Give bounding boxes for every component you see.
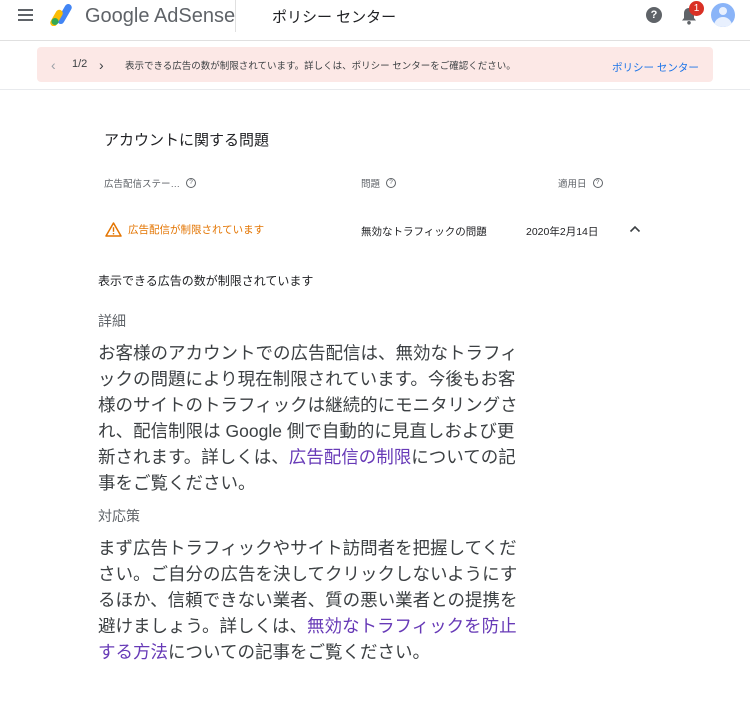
adsense-logo xyxy=(50,4,72,26)
column-header-date: 適用日 ? xyxy=(558,176,603,190)
divider xyxy=(0,89,750,90)
status-cell: 広告配信が制限されています xyxy=(105,222,264,237)
help-circle-icon[interactable]: ? xyxy=(386,178,397,188)
banner-pager: 1/2 xyxy=(72,58,88,70)
top-app-bar: Google AdSense ポリシー センター ? 1 xyxy=(0,0,750,41)
chevron-up-icon[interactable] xyxy=(629,224,641,234)
chevron-left-icon[interactable]: ‹ xyxy=(51,57,56,73)
issue-cell: 無効なトラフィックの問題 xyxy=(361,226,487,238)
action-text: まず広告トラフィックやサイト訪問者を把握してください。ご自分の広告を決してクリッ… xyxy=(98,538,518,662)
help-circle-icon[interactable]: ? xyxy=(592,178,603,188)
page-title: ポリシー センター xyxy=(272,9,397,26)
policy-center-link[interactable]: ポリシー センター xyxy=(612,60,699,75)
status-label: 広告配信が制限されています xyxy=(128,224,265,236)
menu-icon[interactable] xyxy=(18,9,33,21)
alert-banner: ‹ 1/2 › 表示できる広告の数が制限されています。詳しくは、ポリシー センタ… xyxy=(37,47,713,82)
help-circle-icon[interactable]: ? xyxy=(186,178,197,188)
date-cell: 2020年2月14日 xyxy=(526,226,599,238)
help-icon[interactable]: ? xyxy=(646,7,662,23)
details-text: お客様のアカウントでの広告配信は、無効なトラフィックの問題により現在制限されてい… xyxy=(98,343,518,493)
action-title: 対応策 xyxy=(98,508,140,524)
warning-icon xyxy=(105,222,122,237)
header-divider xyxy=(235,0,236,32)
chevron-right-icon[interactable]: › xyxy=(99,57,104,73)
details-title: 詳細 xyxy=(98,313,126,329)
section-title: アカウントに関する問題 xyxy=(104,132,270,149)
ad-serving-limits-link[interactable]: 広告配信の制限 xyxy=(289,447,412,467)
notification-badge[interactable]: 1 xyxy=(689,1,704,16)
avatar[interactable] xyxy=(711,3,735,27)
detail-headline: 表示できる広告の数が制限されています xyxy=(98,274,314,288)
column-header-issue: 問題 ? xyxy=(361,176,397,190)
column-label: 適用日 xyxy=(558,179,587,190)
brand-name: Google AdSense xyxy=(85,5,236,27)
column-header-status: 広告配信ステー… ? xyxy=(104,176,197,190)
column-label: 問題 xyxy=(361,179,381,190)
banner-message: 表示できる広告の数が制限されています。詳しくは、ポリシー センターをご確認くださ… xyxy=(125,61,516,72)
column-label: 広告配信ステー… xyxy=(104,179,181,190)
